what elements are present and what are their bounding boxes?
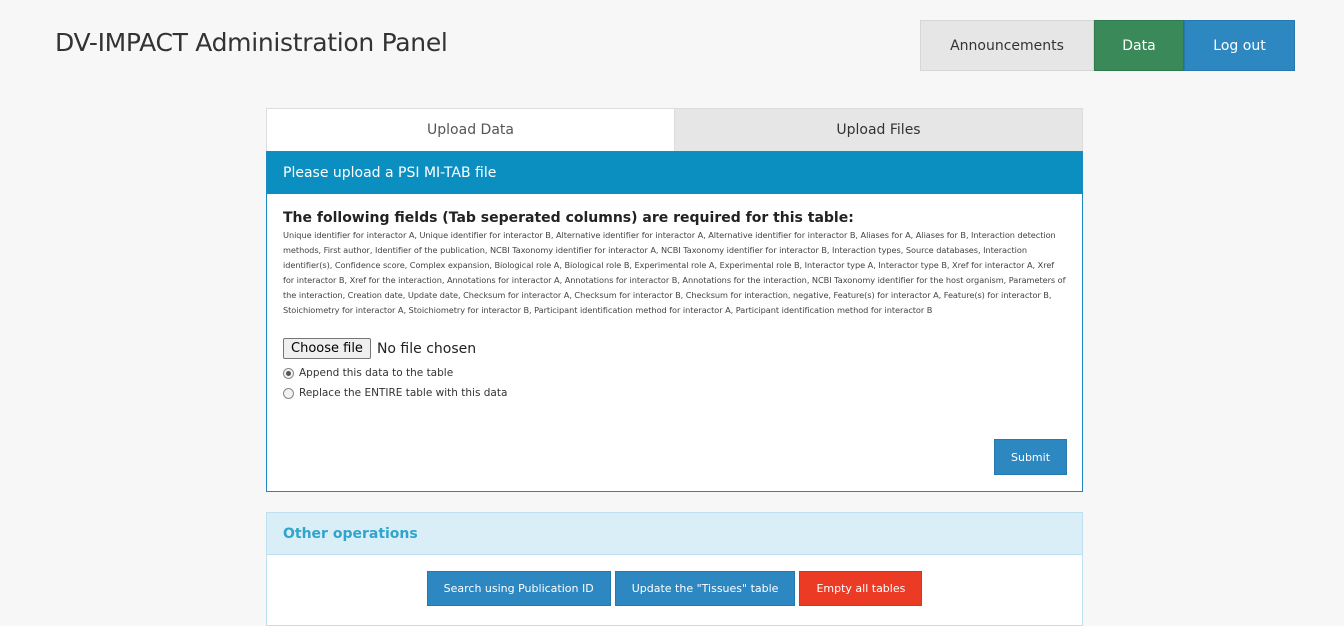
replace-radio-label[interactable]: Replace the ENTIRE table with this data [299,387,507,399]
data-button[interactable]: Data [1094,20,1184,71]
empty-tables-button[interactable]: Empty all tables [799,571,923,606]
tab-upload-files[interactable]: Upload Files [675,108,1083,151]
upload-panel-header: Please upload a PSI MI-TAB file [267,152,1082,194]
replace-option: Replace the ENTIRE table with this data [283,387,1066,399]
announcements-button[interactable]: Announcements [920,20,1094,71]
append-radio-label[interactable]: Append this data to the table [299,367,453,379]
replace-radio[interactable] [283,387,294,399]
upload-panel-body: The following fields (Tab seperated colu… [267,194,1082,399]
append-option: Append this data to the table [283,367,1066,379]
tab-upload-data[interactable]: Upload Data [266,108,675,151]
file-input: Choose file No file chosen [283,338,1066,359]
upload-panel: Please upload a PSI MI-TAB file The foll… [266,151,1083,492]
logout-button[interactable]: Log out [1184,20,1295,71]
file-status-text: No file chosen [376,340,477,357]
search-publication-button[interactable]: Search using Publication ID [426,571,611,606]
other-operations-header: Other operations [267,513,1082,555]
update-tissues-button[interactable]: Update the "Tissues" table [614,571,796,606]
required-fields-list: Unique identifier for interactor A, Uniq… [283,230,1066,315]
page-title: DV-IMPACT Administration Panel [55,28,448,57]
operations-buttons: Search using Publication ID Update the "… [267,571,1082,606]
submit-button[interactable]: Submit [994,439,1067,475]
choose-file-button[interactable]: Choose file [283,338,371,359]
upload-tabs: Upload Data Upload Files [266,108,1083,151]
append-radio[interactable] [283,367,294,379]
other-operations-panel: Other operations Search using Publicatio… [266,512,1083,626]
top-nav: Announcements Data Log out [920,20,1295,71]
required-fields-title: The following fields (Tab seperated colu… [283,210,854,226]
